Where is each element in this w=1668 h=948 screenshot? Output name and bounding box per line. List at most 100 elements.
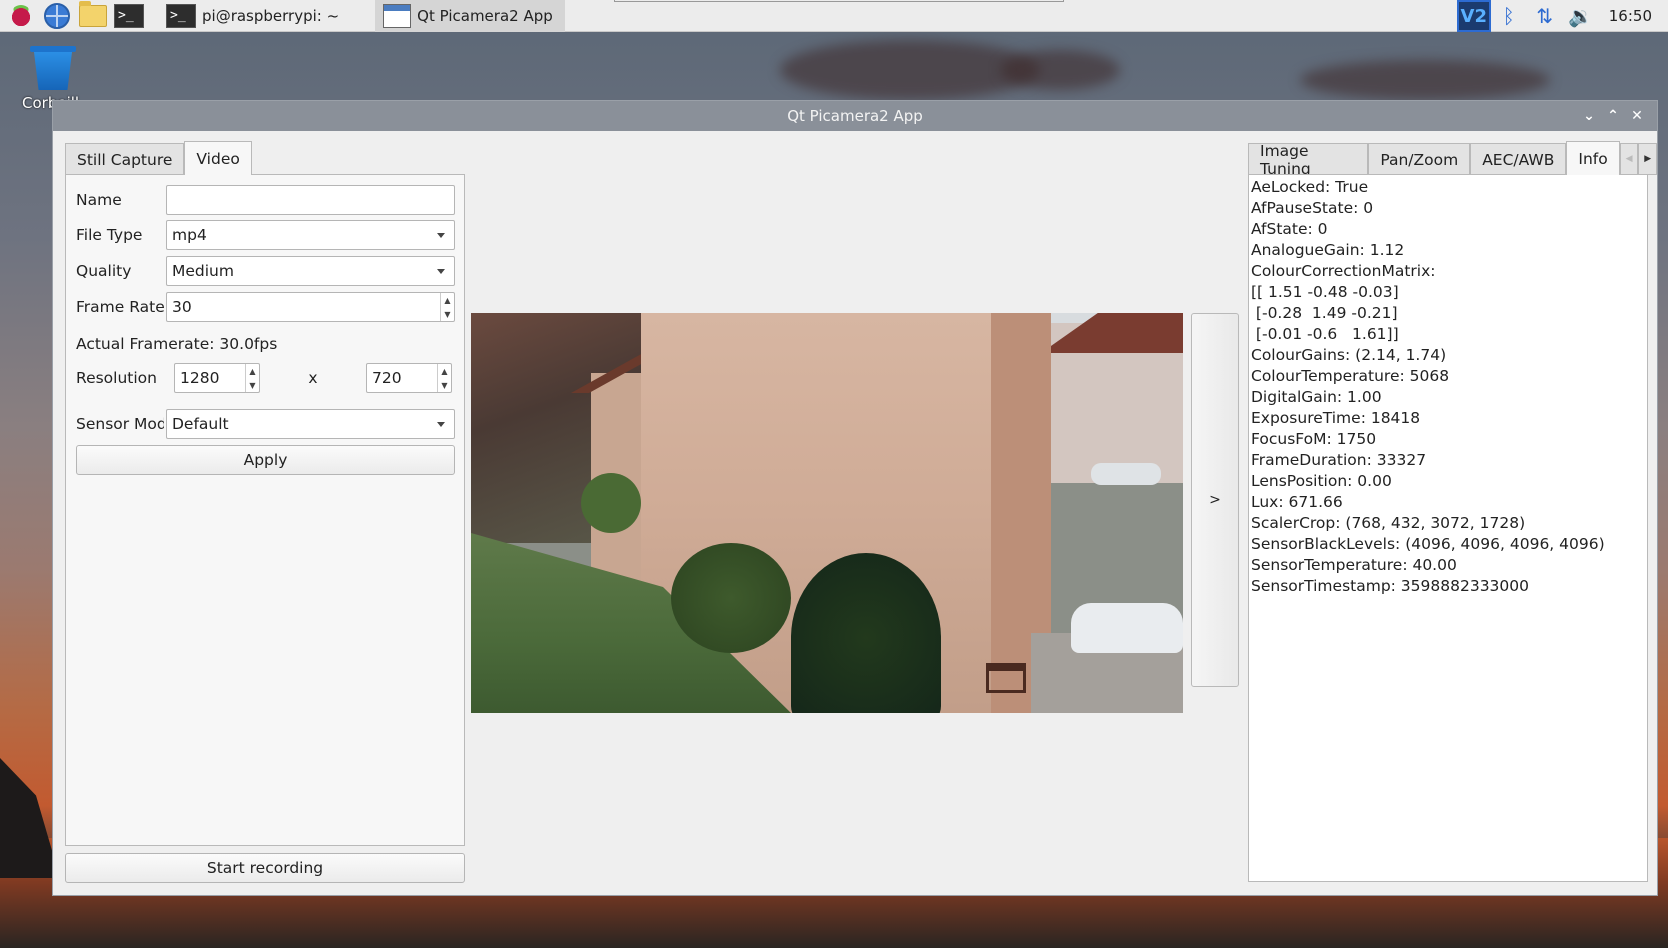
info-line: SensorTimestamp: 3598882333000 bbox=[1251, 577, 1530, 595]
info-line: AfPauseState: 0 bbox=[1251, 199, 1374, 217]
resolution-label: Resolution bbox=[76, 369, 157, 387]
globe-icon bbox=[44, 2, 70, 29]
terminal-launcher-button[interactable]: >_ bbox=[114, 2, 144, 30]
volume-icon[interactable]: 🔉 bbox=[1563, 0, 1599, 32]
info-line: [-0.28 1.49 -0.21] bbox=[1251, 304, 1398, 322]
tab-scroll-left-icon[interactable]: ◀ bbox=[1619, 143, 1639, 175]
capture-tabs: Still Capture Video bbox=[65, 141, 252, 175]
task-qt-app[interactable]: Qt Picamera2 App bbox=[375, 0, 566, 32]
vnc-icon[interactable]: V2 bbox=[1456, 0, 1491, 32]
preview-tree bbox=[791, 553, 941, 713]
info-line: SensorTemperature: 40.00 bbox=[1251, 556, 1457, 574]
quality-select[interactable]: Medium bbox=[166, 256, 455, 286]
name-input[interactable] bbox=[166, 185, 455, 215]
sensor-mode-value: Default bbox=[172, 415, 229, 433]
info-line: LensPosition: 0.00 bbox=[1251, 472, 1392, 490]
tab-aec-awb[interactable]: AEC/AWB bbox=[1470, 143, 1567, 175]
video-settings-panel: Name File Type mp4 Quality Medium Frame … bbox=[65, 174, 465, 846]
system-tray: V2 ᛒ ⇅ 🔉 16:50 bbox=[1456, 0, 1668, 32]
task-terminal[interactable]: >_ pi@raspberrypi: ~ bbox=[158, 0, 347, 32]
camera-preview bbox=[471, 313, 1183, 713]
resolution-separator: x bbox=[308, 369, 318, 387]
file-type-select[interactable]: mp4 bbox=[166, 220, 455, 250]
terminal-icon: >_ bbox=[114, 3, 144, 28]
file-type-value: mp4 bbox=[172, 226, 207, 244]
arrow-down-icon[interactable]: ▼ bbox=[441, 381, 447, 390]
quality-value: Medium bbox=[172, 262, 234, 280]
quality-label: Quality bbox=[76, 262, 132, 280]
tab-pan-zoom[interactable]: Pan/Zoom bbox=[1368, 143, 1471, 175]
spin-arrows[interactable]: ▲ ▼ bbox=[440, 293, 454, 321]
info-line: [-0.01 -0.6 1.61]] bbox=[1251, 325, 1399, 343]
apply-row: Apply bbox=[76, 445, 455, 475]
arrow-up-icon[interactable]: ▲ bbox=[444, 296, 450, 305]
tab-video[interactable]: Video bbox=[184, 141, 252, 175]
task-terminal-label: pi@raspberrypi: ~ bbox=[202, 6, 340, 25]
folder-icon bbox=[79, 0, 107, 27]
network-icon[interactable]: ⇅ bbox=[1527, 0, 1563, 32]
frame-rate-row: Frame Rate 30 ▲ ▼ bbox=[76, 292, 455, 322]
info-line: Lux: 671.66 bbox=[1251, 493, 1343, 511]
raspberry-menu-button[interactable] bbox=[6, 2, 36, 30]
info-line: SensorBlackLevels: (4096, 4096, 4096, 40… bbox=[1251, 535, 1605, 553]
window-titlebar[interactable]: Qt Picamera2 App ⌄ ⌃ ✕ bbox=[53, 101, 1657, 131]
info-line: AfState: 0 bbox=[1251, 220, 1328, 238]
close-icon[interactable]: ✕ bbox=[1625, 108, 1649, 124]
info-line: ColourCorrectionMatrix: bbox=[1251, 262, 1436, 280]
task-qt-app-label: Qt Picamera2 App bbox=[417, 6, 553, 25]
name-label: Name bbox=[76, 191, 122, 209]
file-manager-button[interactable] bbox=[78, 0, 108, 30]
arrow-up-icon[interactable]: ▲ bbox=[441, 367, 447, 376]
preview-bush bbox=[671, 543, 791, 653]
preview-car-far bbox=[1091, 463, 1161, 485]
toggle-panel-button[interactable]: > bbox=[1191, 313, 1239, 687]
arrow-down-icon[interactable]: ▼ bbox=[444, 310, 450, 319]
tab-scroll-right-icon[interactable]: ▶ bbox=[1638, 143, 1657, 175]
arrow-down-icon[interactable]: ▼ bbox=[249, 381, 255, 390]
terminal-icon: >_ bbox=[166, 3, 196, 28]
minimize-icon[interactable]: ⌄ bbox=[1577, 108, 1601, 124]
arrow-up-icon[interactable]: ▲ bbox=[249, 367, 255, 376]
frame-rate-spinbox[interactable]: 30 ▲ ▼ bbox=[166, 292, 455, 322]
sensor-mode-row: Sensor Mod Default bbox=[76, 409, 455, 439]
name-row: Name bbox=[76, 185, 455, 215]
tab-image-tuning[interactable]: Image Tuning bbox=[1248, 142, 1369, 178]
web-browser-button[interactable] bbox=[42, 2, 72, 30]
raspberry-pi-icon bbox=[10, 4, 32, 27]
resolution-width-spinbox[interactable]: 1280 ▲ ▼ bbox=[174, 363, 260, 393]
bluetooth-icon[interactable]: ᛒ bbox=[1491, 0, 1527, 32]
apply-button[interactable]: Apply bbox=[76, 445, 455, 475]
chevron-down-icon bbox=[437, 232, 445, 238]
resolution-width-value: 1280 bbox=[180, 369, 220, 387]
chevron-down-icon bbox=[437, 268, 445, 274]
qt-picamera2-window: Qt Picamera2 App ⌄ ⌃ ✕ Still Capture Vid… bbox=[52, 100, 1658, 896]
window-icon bbox=[383, 3, 412, 28]
preview-car bbox=[1071, 603, 1183, 653]
trash-body bbox=[34, 52, 72, 90]
info-panel: AeLocked: True AfPauseState: 0 AfState: 0 A… bbox=[1248, 174, 1648, 882]
tab-still-capture[interactable]: Still Capture bbox=[65, 143, 185, 175]
info-line: ColourGains: (2.14, 1.74) bbox=[1251, 346, 1447, 364]
info-line: [[ 1.51 -0.48 -0.03] bbox=[1251, 283, 1399, 301]
clock[interactable]: 16:50 bbox=[1599, 7, 1668, 25]
quality-row: Quality Medium bbox=[76, 256, 455, 286]
sensor-mode-select[interactable]: Default bbox=[166, 409, 455, 439]
frame-rate-value: 30 bbox=[172, 298, 192, 316]
spin-arrows[interactable]: ▲ ▼ bbox=[245, 364, 259, 392]
info-line: FrameDuration: 33327 bbox=[1251, 451, 1427, 469]
resolution-height-spinbox[interactable]: 720 ▲ ▼ bbox=[366, 363, 452, 393]
maximize-icon[interactable]: ⌃ bbox=[1601, 108, 1625, 124]
info-list: AeLocked: True AfPauseState: 0 AfState: 0 A… bbox=[1251, 177, 1645, 597]
file-type-label: File Type bbox=[76, 226, 143, 244]
resolution-height-value: 720 bbox=[372, 369, 402, 387]
trash-icon[interactable] bbox=[30, 46, 76, 90]
window-controls: ⌄ ⌃ ✕ bbox=[1577, 101, 1649, 131]
frame-rate-label: Frame Rate bbox=[76, 298, 165, 316]
info-line: ColourTemperature: 5068 bbox=[1251, 367, 1450, 385]
info-line: FocusFoM: 1750 bbox=[1251, 430, 1377, 448]
taskbar: >_ >_ pi@raspberrypi: ~ Qt Picamera2 App… bbox=[0, 0, 1668, 32]
start-recording-button[interactable]: Start recording bbox=[65, 853, 465, 883]
preview-bush-small bbox=[581, 473, 641, 533]
tab-info[interactable]: Info bbox=[1566, 141, 1620, 175]
spin-arrows[interactable]: ▲ ▼ bbox=[437, 364, 451, 392]
